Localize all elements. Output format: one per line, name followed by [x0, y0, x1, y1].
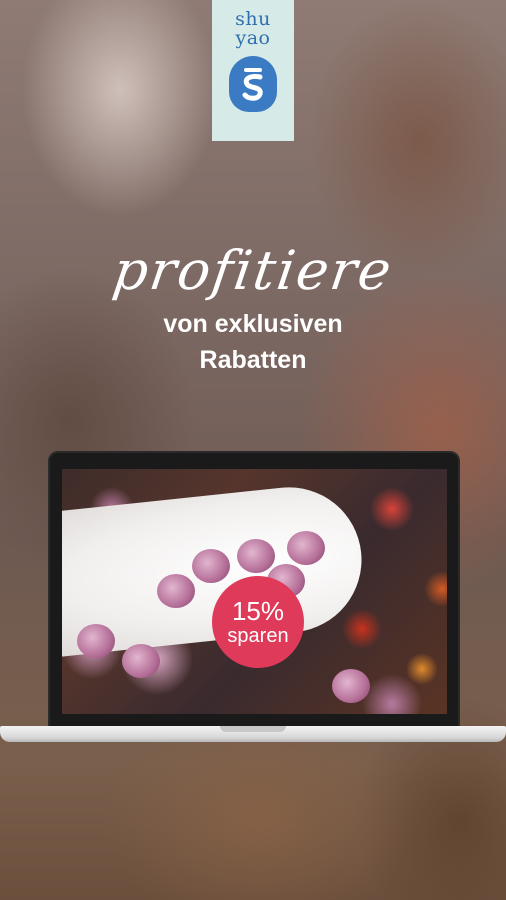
rose-bud — [332, 669, 370, 703]
brand-mark-icon — [229, 56, 277, 112]
laptop-illustration: 15% sparen — [48, 451, 460, 731]
rose-bud — [287, 531, 325, 565]
discount-percent: 15% — [231, 596, 285, 626]
discount-badge: 15% sparen — [212, 576, 304, 668]
headline-line1: von exklusiven — [163, 310, 343, 338]
laptop-base — [0, 726, 506, 742]
rose-bud — [77, 624, 115, 658]
headline-line2: Rabatten — [199, 346, 307, 374]
headline-script: profitiere — [109, 239, 397, 302]
promo-headline: profitiere von exklusiven Rabatten — [0, 236, 506, 378]
rose-bud — [237, 539, 275, 573]
discount-label: sparen — [227, 625, 289, 647]
rose-bud — [192, 549, 230, 583]
laptop-screen-image: 15% sparen — [62, 469, 447, 714]
brand-logo: shu yao — [212, 0, 294, 141]
rose-bud — [157, 574, 195, 608]
rose-bud — [122, 644, 160, 678]
brand-name-line2: yao — [235, 27, 271, 49]
laptop-notch — [220, 726, 286, 732]
